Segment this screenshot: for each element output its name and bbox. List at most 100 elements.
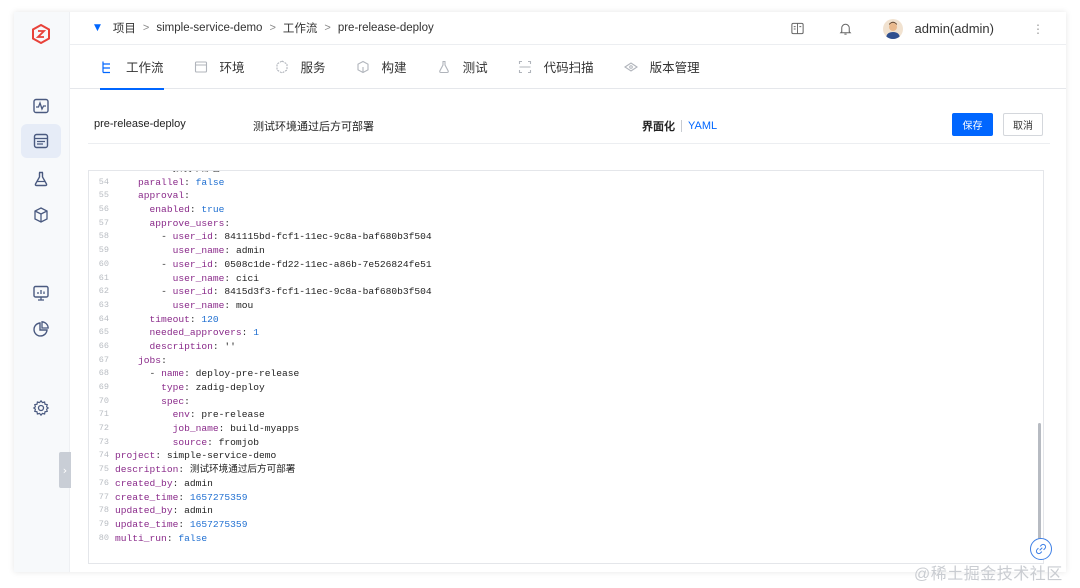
tab-service[interactable]: 服务 (275, 45, 326, 89)
yaml-key: user_name (172, 299, 225, 311)
sidebar-collapse-handle[interactable]: › (59, 452, 71, 488)
line-text: source: fromjob (109, 436, 259, 450)
yaml-editor[interactable]: 53 - name: 预发布部署54 parallel: false55 app… (88, 170, 1044, 564)
line-number: 75 (98, 464, 109, 475)
yaml-key: updated_by (115, 505, 173, 517)
line-text: description: '' (109, 340, 236, 354)
yaml-key: jobs (138, 354, 162, 366)
yaml-value: 120 (201, 313, 219, 325)
line-number: 79 (98, 518, 109, 529)
sidebar-item-testing[interactable] (21, 162, 61, 196)
sidebar-item-dashboard[interactable] (21, 89, 61, 123)
code-line: 63 user_name: mou (89, 299, 1029, 313)
yaml-value: cici (235, 272, 259, 284)
yaml-key: project (115, 450, 156, 462)
breadcrumb-item-project[interactable]: simple-service-demo (156, 22, 262, 34)
breadcrumb-item-projects[interactable]: 项目 (113, 20, 136, 36)
editor-scrollbar[interactable] (1038, 423, 1041, 547)
help-button[interactable] (1030, 538, 1052, 560)
yaml-key: user_id (172, 286, 213, 298)
line-text: needed_approvers: 1 (109, 326, 259, 340)
tab-label: 环境 (219, 61, 245, 75)
line-number: 77 (98, 491, 109, 502)
yaml-key: spec (161, 395, 185, 407)
sidebar-item-monitor[interactable] (21, 276, 61, 310)
yaml-key: name (138, 171, 161, 174)
more-vertical-icon[interactable]: ⋮ (1032, 22, 1044, 36)
line-text: - name: deploy-pre-release (109, 367, 300, 381)
line-number: 58 (98, 231, 109, 242)
tab-environment[interactable]: 环境 (194, 45, 245, 89)
sidebar-item-artifacts[interactable] (21, 198, 61, 232)
user-name[interactable]: admin(admin) (915, 21, 994, 36)
yaml-key: user_name (172, 272, 225, 284)
workflow-icon (102, 61, 110, 73)
sidebar-item-statistics[interactable] (21, 312, 61, 346)
line-number: 54 (98, 176, 109, 187)
line-text: user_name: mou (109, 299, 254, 313)
yaml-key: multi_run (115, 532, 167, 544)
bell-icon[interactable] (837, 20, 855, 38)
tab-label: 构建 (381, 61, 407, 75)
yaml-value: false (178, 532, 208, 544)
zadig-logo-icon[interactable] (31, 23, 51, 45)
tab-test[interactable]: 测试 (437, 45, 488, 89)
line-text: approve_users: (109, 217, 231, 231)
breadcrumb-item-workflows[interactable]: 工作流 (283, 20, 318, 36)
avatar[interactable] (882, 18, 903, 39)
sidebar-item-settings[interactable] (21, 391, 61, 425)
mode-yaml-option[interactable]: YAML (688, 120, 717, 132)
code-line: 71 env: pre-release (89, 408, 1029, 422)
code-line: 75 description: 测试环境通过后方可部署 (89, 463, 1029, 477)
yaml-value: 1657275359 (189, 491, 248, 503)
pie-chart-icon (33, 321, 49, 337)
yaml-key: name (161, 368, 185, 380)
save-button[interactable]: 保存 (952, 113, 993, 136)
line-number: 70 (98, 395, 109, 406)
tab-workflow[interactable]: 工作流 (100, 45, 164, 90)
code-scan-icon (518, 60, 531, 73)
cancel-button[interactable]: 取消 (1003, 113, 1043, 136)
line-text: parallel: false (109, 176, 224, 190)
yaml-value: admin (184, 505, 213, 517)
tab-label: 测试 (462, 61, 488, 75)
colon: : (224, 217, 231, 229)
code-line: 72 job_name: build-myapps (89, 422, 1029, 436)
sidebar-item-projects[interactable] (21, 124, 61, 158)
line-text: multi_run: false (109, 532, 207, 546)
code-line: 60 - user_id: 0508c1de-fd22-11ec-a86b-7e… (89, 258, 1029, 272)
line-number: 57 (98, 217, 109, 228)
code-line: 67 jobs: (89, 354, 1029, 368)
yaml-key: user_id (172, 231, 213, 243)
code-line: 59 user_name: admin (89, 244, 1029, 258)
yaml-value: fromjob (218, 436, 259, 448)
code-line: 58 - user_id: 841115bd-fcf1-11ec-9c8a-ba… (89, 230, 1029, 244)
docs-book-icon[interactable] (789, 20, 807, 38)
line-text: created_by: admin (109, 477, 213, 491)
line-number: 67 (98, 354, 109, 365)
line-number: 56 (98, 204, 109, 215)
tab-code-scan[interactable]: 代码扫描 (518, 45, 594, 89)
mode-ui-option[interactable]: 界面化 (642, 118, 675, 134)
line-text: timeout: 120 (109, 313, 219, 327)
yaml-key: source (172, 436, 208, 448)
project-icon (33, 133, 49, 149)
yaml-value: 841115bd-fcf1-11ec-9c8a-baf680b3f504 (224, 231, 432, 243)
yaml-key: type (161, 382, 185, 393)
environment-icon (194, 60, 207, 73)
tab-build[interactable]: 构建 (356, 45, 407, 89)
yaml-value: '' (224, 340, 236, 352)
line-text: env: pre-release (109, 408, 265, 422)
workflow-name: pre-release-deploy (94, 118, 186, 130)
line-text: - user_id: 0508c1de-fd22-11ec-a86b-7e526… (109, 258, 432, 272)
caret-down-icon[interactable]: ▼ (94, 23, 101, 33)
yaml-value: build-myapps (230, 423, 300, 435)
screen-chart-icon (33, 285, 49, 301)
tab-version[interactable]: 版本管理 (623, 45, 700, 89)
link-icon (1036, 544, 1046, 554)
